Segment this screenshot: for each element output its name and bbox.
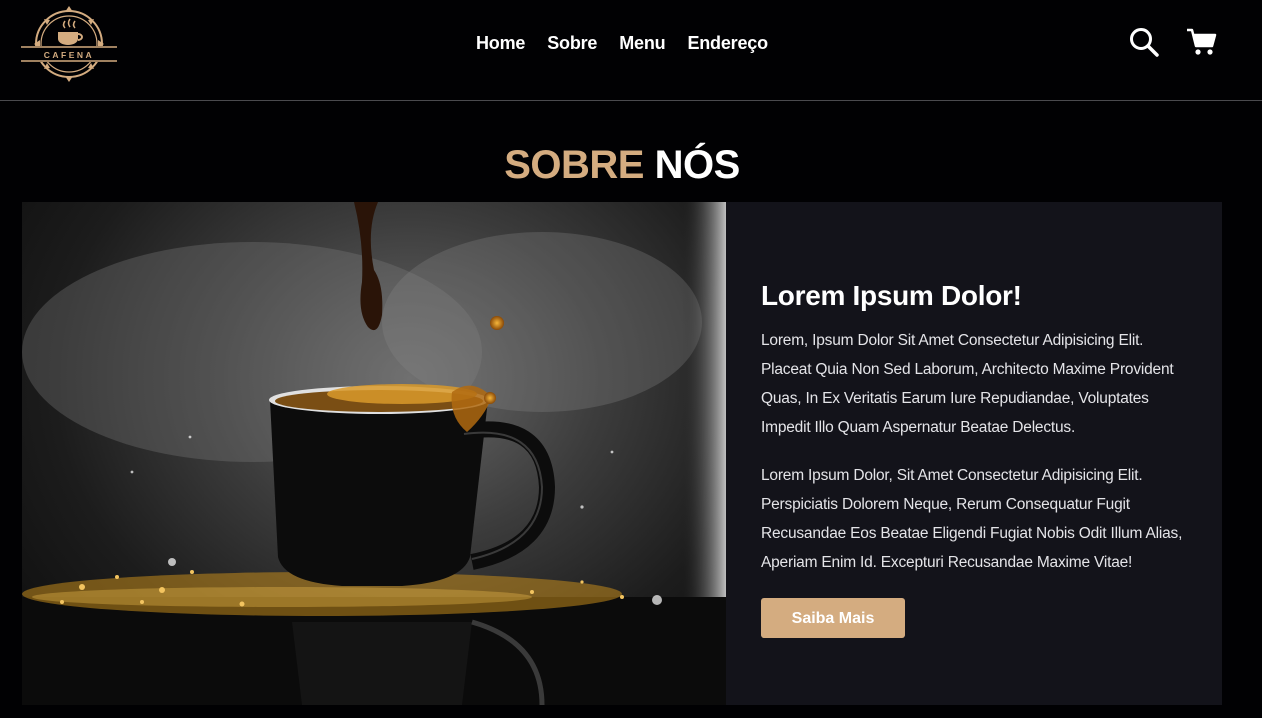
nav-home[interactable]: Home (476, 33, 525, 54)
nav-menu[interactable]: Menu (619, 33, 665, 54)
about-paragraph-2: Lorem Ipsum Dolor, Sit Amet Consectetur … (761, 467, 1183, 571)
saiba-mais-button[interactable]: Saiba Mais (761, 598, 905, 638)
about-section: Lorem Ipsum Dolor! Lorem, Ipsum Dolor Si… (22, 202, 1222, 705)
logo-text: CAFENA (44, 50, 94, 60)
about-paragraph-1: Lorem, Ipsum Dolor Sit Amet Consectetur … (761, 332, 1174, 436)
about-heading: Lorem Ipsum Dolor! (761, 280, 1022, 311)
nav-endereco[interactable]: Endereço (687, 33, 768, 54)
site-header: CAFENA Home Sobre Menu Endereço (0, 0, 1262, 101)
title-accent: SOBRE (504, 142, 644, 187)
search-icon[interactable] (1128, 26, 1160, 58)
title-rest: NÓS (654, 142, 741, 187)
main-nav: Home Sobre Menu Endereço (476, 33, 790, 54)
cafena-logo[interactable]: CAFENA (20, 4, 118, 84)
section-title: SOBRE NÓS (0, 143, 1244, 188)
about-content: Lorem Ipsum Dolor! Lorem, Ipsum Dolor Si… (726, 202, 1222, 705)
nav-sobre[interactable]: Sobre (547, 33, 597, 54)
header-icons (1128, 26, 1218, 58)
coffee-cup-photo (22, 202, 726, 705)
shopping-cart-icon[interactable] (1186, 26, 1218, 58)
